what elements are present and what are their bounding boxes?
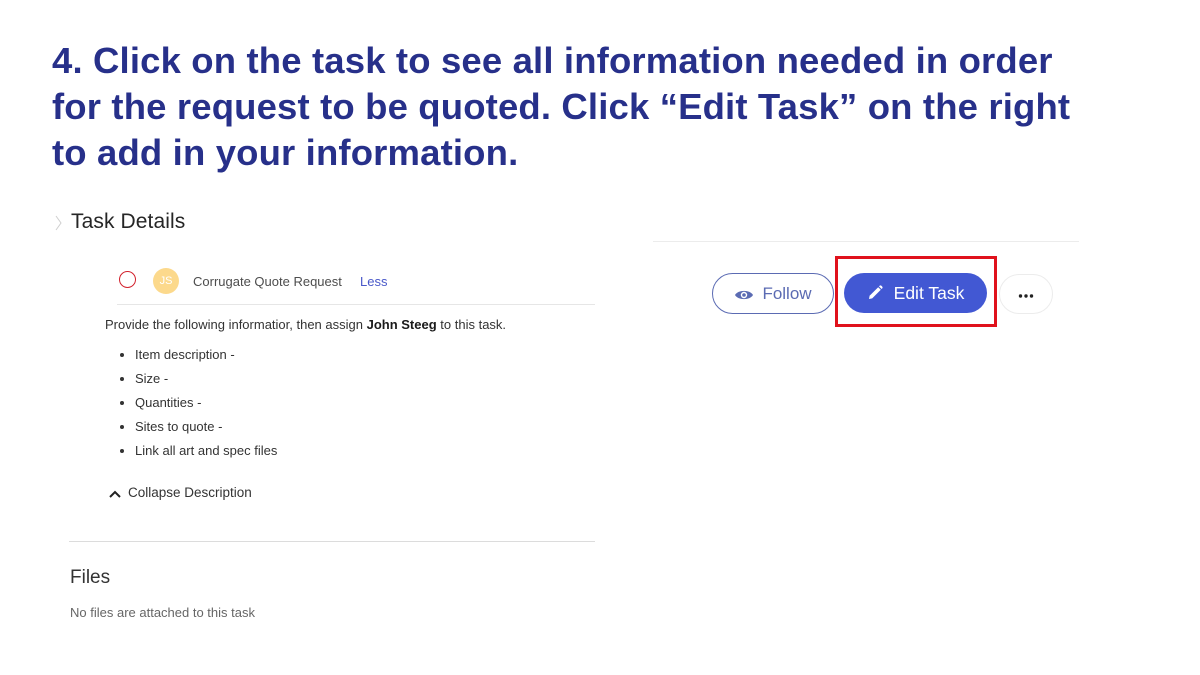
description-suffix: to this task. (436, 317, 507, 332)
description-list: Item description - Size - Quantities - S… (117, 346, 277, 466)
less-link[interactable]: Less (360, 274, 387, 289)
collapse-description-button[interactable]: Collapse Description (108, 485, 252, 503)
chevron-up-icon (108, 487, 122, 502)
more-actions-button[interactable] (999, 274, 1053, 314)
bullet-icon (120, 377, 124, 381)
list-item: Size - (117, 370, 277, 394)
files-empty-message: No files are attached to this task (70, 605, 255, 620)
follow-label: Follow (762, 283, 812, 303)
instruction-line-1: 4. Click on the task to see all informat… (52, 40, 1053, 81)
list-item: Sites to quote - (117, 418, 277, 442)
files-title: Files (70, 567, 111, 588)
bullet-icon (120, 449, 124, 453)
list-item-text: Size - (135, 371, 169, 386)
list-item-text: Quantities - (135, 395, 202, 410)
list-item: Quantities - (117, 394, 277, 418)
bullet-icon (120, 401, 124, 405)
circle-icon[interactable] (119, 271, 136, 288)
assignee-name: John Steeg (366, 317, 437, 332)
follow-button[interactable]: Follow (712, 273, 834, 314)
list-item-text: Link all art and spec files (135, 443, 278, 458)
divider (653, 241, 1079, 242)
list-item-text: Sites to quote - (135, 419, 223, 434)
bullet-icon (120, 425, 124, 429)
chevron-right-icon (55, 215, 62, 231)
bullet-icon (120, 353, 124, 357)
instruction-heading: 4. Click on the task to see all informat… (52, 38, 1162, 176)
list-item: Item description - (117, 346, 277, 370)
edit-task-button[interactable]: Edit Task (844, 273, 987, 313)
collapse-description-label: Collapse Description (128, 485, 252, 500)
task-details-title: Task Details (71, 210, 186, 233)
list-item-text: Item description - (135, 347, 235, 362)
pencil-icon (867, 285, 883, 301)
task-description: Provide the following informatior, then … (105, 317, 506, 332)
divider (69, 541, 595, 542)
task-row[interactable]: JS Corrugate Quote Request Less (117, 268, 595, 305)
ellipsis-icon (1018, 285, 1034, 303)
instruction-line-3: to add in your information. (52, 132, 519, 173)
task-name[interactable]: Corrugate Quote Request (193, 274, 342, 289)
tutorial-slide: 4. Click on the task to see all informat… (0, 0, 1200, 675)
eye-icon (734, 287, 754, 301)
edit-task-label: Edit Task (893, 282, 965, 303)
list-item: Link all art and spec files (117, 442, 277, 466)
description-prefix: Provide the following informatior, then … (105, 317, 367, 332)
instruction-line-2: for the request to be quoted. Click “Edi… (52, 86, 1071, 127)
avatar[interactable]: JS (153, 268, 179, 294)
